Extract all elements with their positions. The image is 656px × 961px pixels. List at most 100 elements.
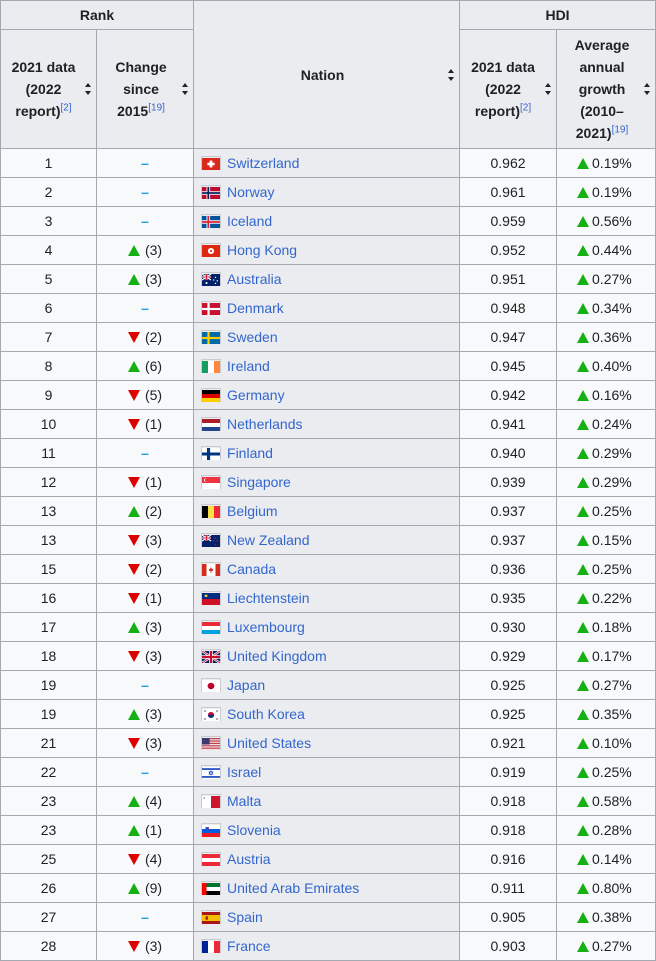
sort-icon[interactable] bbox=[181, 83, 188, 95]
finland-flag-icon[interactable] bbox=[201, 446, 222, 460]
hdi-value: 0.935 bbox=[490, 590, 526, 606]
nation-link[interactable]: New Zealand bbox=[227, 532, 310, 548]
rank-value: 17 bbox=[40, 619, 57, 635]
nation-link[interactable]: Germany bbox=[227, 387, 285, 403]
nation-link[interactable]: South Korea bbox=[227, 706, 305, 722]
nation-link[interactable]: Ireland bbox=[227, 358, 270, 374]
decrease-arrow-icon bbox=[127, 331, 140, 343]
nation-link[interactable]: Japan bbox=[227, 677, 265, 693]
increase-arrow-icon bbox=[577, 389, 590, 401]
nation-link[interactable]: Canada bbox=[227, 561, 276, 577]
uk-flag-icon[interactable] bbox=[201, 649, 222, 664]
hongkong-flag-icon[interactable] bbox=[201, 243, 222, 257]
growth-value: 0.27% bbox=[592, 271, 632, 287]
increase-arrow-icon bbox=[577, 940, 590, 952]
sort-icon[interactable] bbox=[84, 83, 91, 95]
rank-value: 10 bbox=[40, 416, 57, 432]
average-growth-header[interactable]: Average annual growth (2010– 2021)[19] bbox=[556, 29, 656, 149]
decrease-arrow-icon bbox=[127, 853, 140, 865]
rank-change-cell: – bbox=[95, 206, 195, 236]
nation-link[interactable]: Belgium bbox=[227, 503, 278, 519]
us-flag-icon[interactable] bbox=[201, 736, 222, 750]
hdi-2021-header[interactable]: 2021 data (2022 report)[2] bbox=[459, 29, 558, 149]
nation-link[interactable]: Austria bbox=[227, 851, 271, 867]
growth-header-line: 2021) bbox=[575, 125, 612, 141]
nation-link[interactable]: Malta bbox=[227, 793, 261, 809]
change-since-2015-header[interactable]: Change since 2015[19] bbox=[95, 29, 195, 149]
nation-link[interactable]: France bbox=[227, 938, 271, 954]
france-flag-icon[interactable] bbox=[201, 939, 222, 953]
increase-arrow-icon bbox=[577, 505, 590, 517]
nation-cell: Liechtenstein bbox=[193, 583, 461, 613]
hdi-value: 0.937 bbox=[490, 503, 526, 519]
newzealand-flag-icon[interactable] bbox=[201, 533, 222, 547]
sort-icon[interactable] bbox=[643, 83, 650, 95]
growth-cell: 0.35% bbox=[556, 699, 656, 729]
nation-link[interactable]: Norway bbox=[227, 184, 274, 200]
iceland-flag-icon[interactable] bbox=[201, 214, 222, 228]
sweden-flag-icon[interactable] bbox=[201, 330, 222, 344]
citation-link[interactable]: [19] bbox=[148, 102, 165, 113]
growth-header-line: growth bbox=[578, 81, 626, 97]
nation-link[interactable]: Iceland bbox=[227, 213, 272, 229]
nation-link[interactable]: Israel bbox=[227, 764, 261, 780]
citation-link[interactable]: [2] bbox=[520, 102, 531, 113]
nation-link[interactable]: United States bbox=[227, 735, 311, 751]
hdi-cell: 0.925 bbox=[459, 670, 558, 700]
nation-link[interactable]: Netherlands bbox=[227, 416, 303, 432]
citation-link[interactable]: [2] bbox=[61, 102, 72, 113]
uae-flag-icon[interactable] bbox=[201, 881, 222, 896]
nation-link[interactable]: Australia bbox=[227, 271, 281, 287]
nation-link[interactable]: United Arab Emirates bbox=[227, 880, 359, 896]
nation-link[interactable]: Slovenia bbox=[227, 822, 281, 838]
sort-icon[interactable] bbox=[447, 68, 454, 81]
increase-arrow-icon bbox=[127, 708, 140, 720]
citation-link[interactable]: [19] bbox=[612, 124, 629, 135]
hdi-value: 0.936 bbox=[490, 561, 526, 577]
hdi-2021-header-line: report) bbox=[474, 103, 521, 119]
rank-2021-header[interactable]: 2021 data (2022 report)[2] bbox=[0, 29, 97, 149]
australia-flag-icon[interactable] bbox=[201, 272, 222, 286]
austria-flag-icon[interactable] bbox=[201, 852, 222, 867]
nation-link[interactable]: Singapore bbox=[227, 474, 291, 490]
nation-link[interactable]: Sweden bbox=[227, 329, 278, 345]
malta-flag-icon[interactable] bbox=[201, 794, 222, 808]
nation-header[interactable]: Nation bbox=[193, 0, 461, 149]
japan-flag-icon[interactable] bbox=[201, 678, 222, 692]
liechtenstein-flag-icon[interactable] bbox=[201, 591, 222, 606]
germany-flag-icon[interactable] bbox=[201, 388, 222, 403]
decrease-arrow-icon bbox=[127, 940, 140, 952]
nation-link[interactable]: Luxembourg bbox=[227, 619, 305, 635]
table-row: 11 – Finland 0.940 0.29% bbox=[0, 438, 656, 468]
rank-cell: 9 bbox=[0, 380, 97, 410]
hdi-cell: 0.905 bbox=[459, 902, 558, 932]
nation-link[interactable]: Liechtenstein bbox=[227, 590, 310, 606]
nation-link[interactable]: Switzerland bbox=[227, 155, 299, 171]
nation-link[interactable]: Hong Kong bbox=[227, 242, 297, 258]
rank-change-cell: (2) bbox=[95, 322, 195, 352]
nation-cell: Germany bbox=[193, 380, 461, 410]
table-row: 7 (2) Sweden 0.947 0.36% bbox=[0, 322, 656, 352]
belgium-flag-icon[interactable] bbox=[201, 504, 222, 518]
nation-link[interactable]: Finland bbox=[227, 445, 273, 461]
nation-link[interactable]: Spain bbox=[227, 909, 263, 925]
growth-value: 0.58% bbox=[592, 793, 632, 809]
hdi-cell: 0.947 bbox=[459, 322, 558, 352]
rank-cell: 8 bbox=[0, 351, 97, 381]
nation-link[interactable]: United Kingdom bbox=[227, 648, 327, 664]
canada-flag-icon[interactable] bbox=[201, 562, 222, 576]
southkorea-flag-icon[interactable] bbox=[201, 707, 222, 721]
sort-icon[interactable] bbox=[544, 83, 551, 95]
spain-flag-icon[interactable] bbox=[201, 910, 222, 924]
luxembourg-flag-icon[interactable] bbox=[201, 620, 222, 635]
slovenia-flag-icon[interactable] bbox=[201, 823, 222, 838]
netherlands-flag-icon[interactable] bbox=[201, 417, 222, 432]
nation-link[interactable]: Denmark bbox=[227, 300, 284, 316]
norway-flag-icon[interactable] bbox=[201, 185, 222, 199]
denmark-flag-icon[interactable] bbox=[201, 301, 222, 315]
singapore-flag-icon[interactable] bbox=[201, 475, 222, 489]
ireland-flag-icon[interactable] bbox=[201, 359, 222, 373]
rank-cell: 18 bbox=[0, 641, 97, 671]
switzerland-flag-icon[interactable] bbox=[201, 156, 222, 170]
israel-flag-icon[interactable] bbox=[201, 765, 222, 779]
